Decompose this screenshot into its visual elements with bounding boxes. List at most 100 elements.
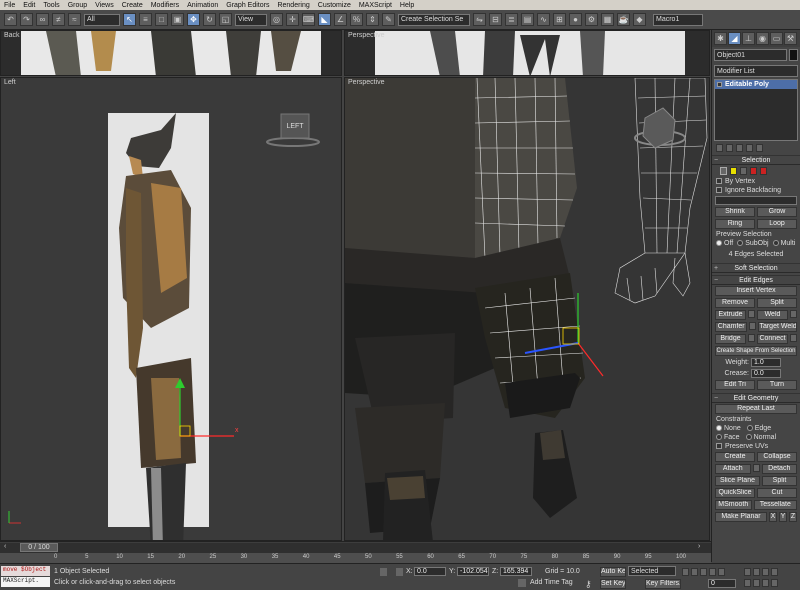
preview-multi-radio[interactable]: Multi: [772, 240, 795, 247]
cut-button[interactable]: Cut: [757, 488, 797, 498]
edge-level-icon[interactable]: [730, 167, 737, 175]
vertex-level-icon[interactable]: [720, 167, 727, 175]
extrude-settings-icon[interactable]: [748, 310, 755, 318]
connect-button[interactable]: Connect: [757, 334, 788, 344]
mirror-icon[interactable]: ⇋: [473, 13, 486, 26]
menu-maxscript[interactable]: MAXScript: [359, 2, 392, 9]
named-selection-sets-dropdown[interactable]: Create Selection Se: [398, 13, 470, 26]
object-color-swatch[interactable]: [789, 49, 798, 61]
set-key-button[interactable]: Set Key: [600, 579, 626, 589]
weld-settings-icon[interactable]: [790, 310, 797, 318]
schematic-view-icon[interactable]: ⊞: [553, 13, 566, 26]
select-manipulate-icon[interactable]: ✛: [286, 13, 299, 26]
rollout-selection[interactable]: − Selection: [712, 155, 800, 165]
modifier-list-dropdown[interactable]: Modifier List: [714, 65, 798, 77]
stack-expand-icon[interactable]: [717, 81, 722, 87]
window-crossing-icon[interactable]: ▣: [171, 13, 184, 26]
menu-help[interactable]: Help: [400, 2, 414, 9]
angle-snap-icon[interactable]: ∠: [334, 13, 347, 26]
bind-space-warp-icon[interactable]: ≈: [68, 13, 81, 26]
viewport-perspective[interactable]: Perspective: [344, 77, 710, 541]
auto-key-button[interactable]: Auto Key: [600, 567, 626, 577]
menu-tools[interactable]: Tools: [43, 2, 59, 9]
slice-plane-button[interactable]: Slice Plane: [715, 476, 760, 486]
render-production-icon[interactable]: ◆: [633, 13, 646, 26]
pan-icon[interactable]: [753, 579, 760, 587]
render-setup-icon[interactable]: ⚙: [585, 13, 598, 26]
extrude-button[interactable]: Extrude: [715, 310, 746, 320]
field-of-view-icon[interactable]: [744, 579, 751, 587]
redo-icon[interactable]: ↷: [20, 13, 33, 26]
collapse-button[interactable]: Collapse: [757, 452, 797, 462]
by-vertex-checkbox[interactable]: By Vertex: [712, 177, 800, 186]
lock-selection-icon[interactable]: [380, 568, 387, 576]
viewport-label-perspective-top[interactable]: Perspective: [348, 32, 385, 39]
repeat-last-button[interactable]: Repeat Last: [715, 404, 797, 414]
menu-graph-editors[interactable]: Graph Editors: [226, 2, 269, 9]
utilities-tab-icon[interactable]: ⚒: [784, 32, 797, 45]
pin-stack-icon[interactable]: [716, 144, 723, 152]
undo-icon[interactable]: ↶: [4, 13, 17, 26]
menu-modifiers[interactable]: Modifiers: [151, 2, 179, 9]
create-shape-button[interactable]: Create Shape From Selection: [715, 346, 797, 356]
element-level-icon[interactable]: [760, 167, 767, 175]
maximize-viewport-icon[interactable]: [771, 579, 778, 587]
angle-spinner[interactable]: [715, 196, 797, 205]
attach-button[interactable]: Attach: [715, 464, 751, 474]
bridge-settings-icon[interactable]: [748, 334, 755, 342]
msmooth-button[interactable]: MSmooth: [715, 500, 752, 510]
configure-modifier-sets-icon[interactable]: [756, 144, 763, 152]
bridge-button[interactable]: Bridge: [715, 334, 746, 344]
viewport-perspective-top[interactable]: Perspective: [344, 30, 710, 76]
named-selection-icon[interactable]: ✎: [382, 13, 395, 26]
make-unique-icon[interactable]: [736, 144, 743, 152]
create-button[interactable]: Create: [715, 452, 755, 462]
select-rotate-icon[interactable]: ↻: [203, 13, 216, 26]
maxscript-listener-line-1[interactable]: move $Object: [1, 566, 50, 576]
curve-editor-icon[interactable]: ∿: [537, 13, 550, 26]
key-icon[interactable]: ⚷: [585, 579, 592, 590]
loop-button[interactable]: Loop: [757, 219, 797, 229]
go-to-end-icon[interactable]: [718, 568, 725, 576]
graphite-tools-icon[interactable]: ▤: [521, 13, 534, 26]
turn-button[interactable]: Turn: [757, 380, 797, 390]
show-end-result-icon[interactable]: [726, 144, 733, 152]
tessellate-button[interactable]: Tessellate: [753, 500, 797, 510]
zoom-extents-all-icon[interactable]: [771, 568, 778, 576]
ref-coord-dropdown[interactable]: View: [235, 13, 267, 26]
border-level-icon[interactable]: [740, 167, 747, 175]
grow-button[interactable]: Grow: [757, 207, 797, 217]
insert-vertex-button[interactable]: Insert Vertex: [715, 286, 797, 296]
planar-y-button[interactable]: Y: [779, 512, 787, 522]
create-tab-icon[interactable]: ✱: [714, 32, 727, 45]
split-edge-button[interactable]: Split: [757, 298, 797, 308]
viewport-label-back[interactable]: Back: [4, 32, 20, 39]
time-slider[interactable]: ‹ 0 / 100 ›: [0, 543, 711, 553]
preserve-uvs-checkbox[interactable]: Preserve UVs: [712, 442, 800, 451]
link-icon[interactable]: ∞: [36, 13, 49, 26]
menu-animation[interactable]: Animation: [187, 2, 218, 9]
time-tag-icon[interactable]: [518, 579, 526, 587]
target-weld-button[interactable]: Target Weld: [758, 322, 797, 332]
key-filters-button[interactable]: Key Filters...: [645, 579, 681, 589]
weight-spinner[interactable]: 1.0: [751, 358, 781, 367]
rollout-edit-edges[interactable]: − Edit Edges: [712, 275, 800, 285]
layer-manager-icon[interactable]: ≣: [505, 13, 518, 26]
time-slider-thumb[interactable]: 0 / 100: [20, 543, 58, 552]
orbit-icon[interactable]: [762, 579, 769, 587]
current-frame-field[interactable]: 0: [708, 579, 736, 588]
snaps-toggle-icon[interactable]: ◣: [318, 13, 331, 26]
next-frame-icon[interactable]: [709, 568, 716, 576]
rendered-frame-icon[interactable]: ▦: [601, 13, 614, 26]
remove-modifier-icon[interactable]: [746, 144, 753, 152]
modify-tab-icon[interactable]: ◢: [728, 32, 741, 45]
menu-file[interactable]: File: [4, 2, 15, 9]
crease-spinner[interactable]: 0.0: [751, 369, 781, 378]
shrink-button[interactable]: Shrink: [715, 207, 755, 217]
selection-filter-dropdown[interactable]: All: [84, 13, 120, 26]
planar-x-button[interactable]: X: [769, 512, 777, 522]
motion-tab-icon[interactable]: ◉: [756, 32, 769, 45]
absolute-mode-icon[interactable]: [396, 568, 403, 576]
object-name-field[interactable]: Object01: [714, 49, 787, 61]
menu-rendering[interactable]: Rendering: [277, 2, 309, 9]
